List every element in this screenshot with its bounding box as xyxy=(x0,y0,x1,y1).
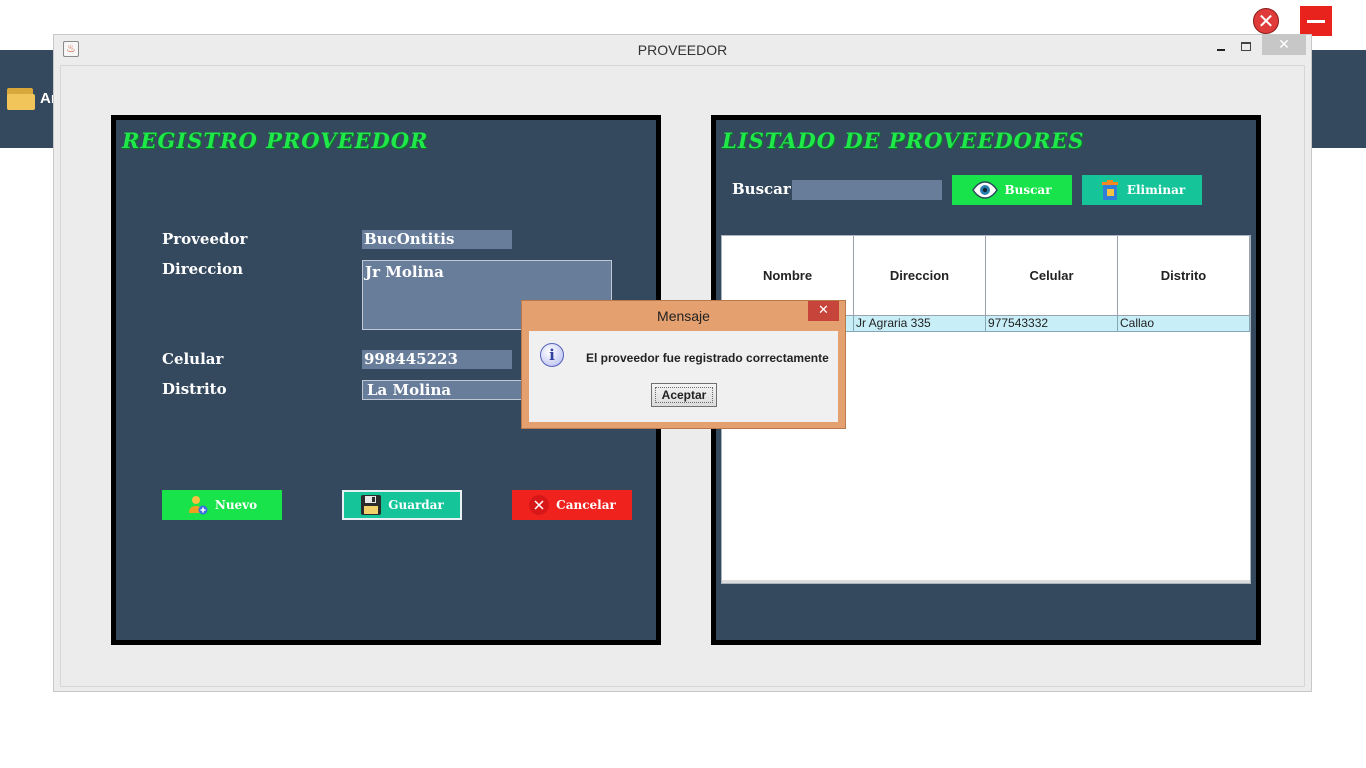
guardar-label: Guardar xyxy=(388,498,444,512)
distrito-label: Distrito xyxy=(162,380,227,398)
nuevo-button[interactable]: Nuevo xyxy=(162,490,282,520)
table-cell-celular[interactable]: 977543332 xyxy=(986,316,1118,332)
registro-title: REGISTRO PROVEEDOR xyxy=(122,128,429,153)
cancelar-label: Cancelar xyxy=(556,498,616,512)
add-user-icon xyxy=(187,494,209,516)
table-scroll-edge xyxy=(722,580,1250,583)
eye-icon xyxy=(972,179,999,201)
proveedor-label: Proveedor xyxy=(162,230,248,248)
listado-title: LISTADO DE PROVEEDORES xyxy=(722,128,1085,153)
window-title-bar[interactable]: ♨ PROVEEDOR ✕ xyxy=(54,35,1311,65)
celular-input[interactable]: 998445223 xyxy=(362,350,512,369)
dialog-close-button[interactable]: ✕ xyxy=(808,301,839,321)
guardar-button[interactable]: Guardar xyxy=(342,490,462,520)
window-maximize-button[interactable] xyxy=(1239,39,1253,53)
column-header-direccion[interactable]: Direccion xyxy=(854,236,986,316)
buscar-button-label: Buscar xyxy=(1004,183,1052,197)
celular-label: Celular xyxy=(162,350,224,368)
app-close-button[interactable]: ✕ xyxy=(1251,6,1281,36)
direccion-label: Direccion xyxy=(162,260,244,278)
minimize-icon xyxy=(1217,49,1225,51)
dialog-message: El proveedor fue registrado correctament… xyxy=(586,351,829,365)
dialog-body: i El proveedor fue registrado correctame… xyxy=(529,331,838,422)
nuevo-label: Nuevo xyxy=(214,498,258,512)
mensaje-dialog: Mensaje ✕ i El proveedor fue registrado … xyxy=(521,300,846,429)
maximize-icon xyxy=(1241,42,1251,51)
window-close-button[interactable]: ✕ xyxy=(1262,35,1306,55)
trash-icon xyxy=(1099,179,1121,201)
info-icon: i xyxy=(540,343,564,367)
buscar-input[interactable] xyxy=(792,180,942,200)
cancel-icon xyxy=(528,494,550,516)
table-cell-distrito[interactable]: Callao xyxy=(1118,316,1250,332)
eliminar-button[interactable]: Eliminar xyxy=(1082,175,1202,205)
column-header-celular[interactable]: Celular xyxy=(986,236,1118,316)
focus-ring xyxy=(655,387,713,403)
window-minimize-button[interactable] xyxy=(1214,39,1228,53)
column-header-distrito[interactable]: Distrito xyxy=(1118,236,1250,316)
eliminar-label: Eliminar xyxy=(1126,183,1186,197)
proveedor-input[interactable]: BucOntitis xyxy=(362,230,512,249)
buscar-button[interactable]: Buscar xyxy=(952,175,1072,205)
folder-icon[interactable] xyxy=(7,86,35,110)
buscar-label: Buscar: xyxy=(732,180,797,198)
close-icon: ✕ xyxy=(1253,8,1279,34)
minimize-icon xyxy=(1307,20,1325,23)
save-icon xyxy=(360,494,382,516)
cancelar-button[interactable]: Cancelar xyxy=(512,490,632,520)
aceptar-button[interactable]: Aceptar xyxy=(651,383,717,407)
distrito-select[interactable]: La Molina xyxy=(362,380,532,400)
dialog-title: Mensaje xyxy=(657,308,710,324)
app-minimize-button[interactable] xyxy=(1300,6,1332,36)
table-cell-direccion[interactable]: Jr Agraria 335 xyxy=(854,316,986,332)
window-title: PROVEEDOR xyxy=(637,42,728,58)
